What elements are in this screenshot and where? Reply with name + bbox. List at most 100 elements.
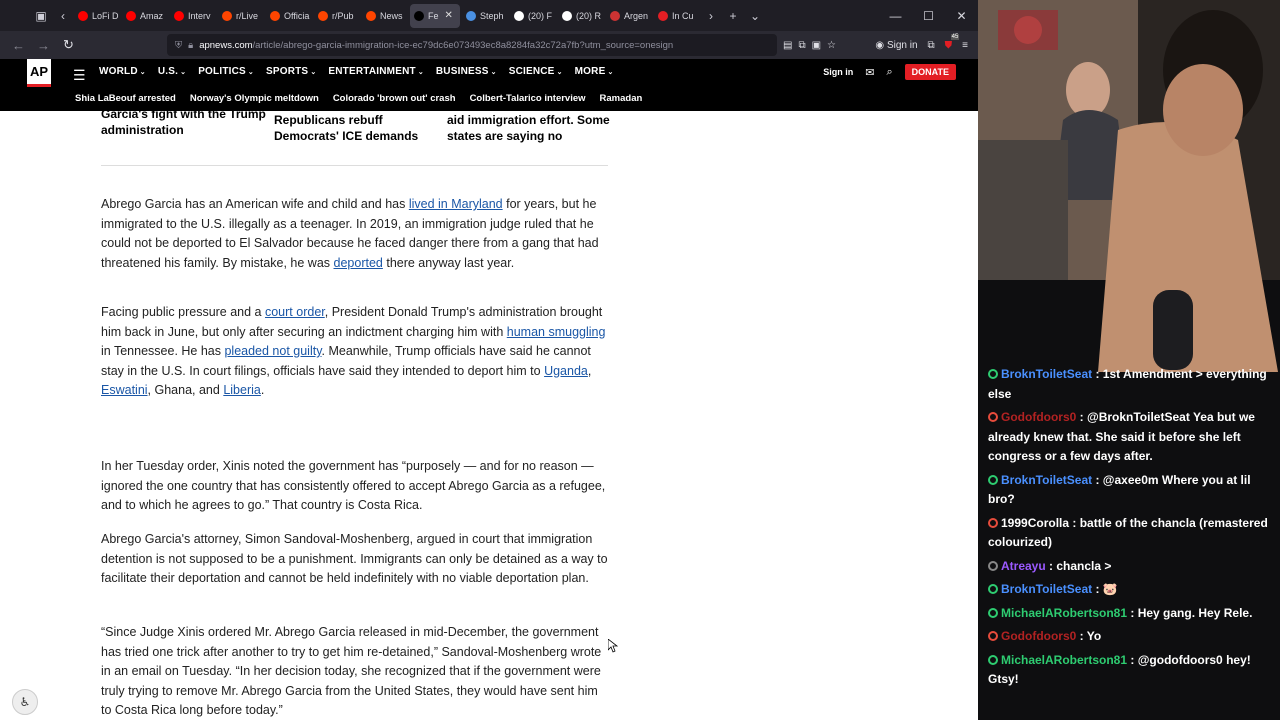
ap-header: AP ☰ WORLD ⌄ U.S. ⌄ POLITICS ⌄ SPORTS ⌄ ENTERTAI… — [0, 59, 978, 111]
browser-tab[interactable]: Argen — [606, 4, 652, 28]
screenshot-icon[interactable]: ⧉ — [798, 40, 805, 51]
chat-message: BroknToiletSeat : @axee0m Where you at l… — [988, 471, 1276, 510]
section-nav-item[interactable]: SPORTS ⌄ — [266, 66, 316, 77]
forward-icon[interactable]: → — [31, 38, 56, 53]
section-nav-item[interactable]: WORLD ⌄ — [99, 66, 146, 77]
browser-tab[interactable]: Interv — [170, 4, 216, 28]
chat-message: MichaelARobertson81 : @godofdoors0 hey! … — [988, 651, 1276, 690]
browser-tab[interactable]: (20) F — [510, 4, 556, 28]
chat-username[interactable]: BroknToiletSeat — [1001, 582, 1092, 596]
divider — [101, 165, 608, 166]
chat-username[interactable]: Godofdoors0 — [1001, 410, 1076, 424]
tab-favicon-icon — [466, 10, 476, 21]
section-label: SCIENCE — [508, 66, 555, 77]
chat-text: chancla > — [1056, 558, 1112, 573]
back-icon[interactable]: ← — [6, 38, 31, 53]
section-nav-item[interactable]: SCIENCE ⌄ — [509, 66, 563, 77]
ap-sign-in-link[interactable]: Sign in — [823, 67, 853, 77]
tab-close-icon[interactable]: ✕ — [445, 10, 453, 21]
browser-tab[interactable]: In Cu — [654, 4, 700, 28]
chat-username[interactable]: BroknToiletSeat — [1001, 473, 1092, 487]
trending-link[interactable]: Ramadan — [600, 93, 643, 104]
chat-username[interactable]: MichaelARobertson81 — [1001, 606, 1127, 620]
related-story-3[interactable]: aid immigration effort. Some states are … — [447, 112, 610, 144]
tab-overview-icon[interactable]: ▣ — [30, 9, 52, 23]
ap-logo[interactable]: AP — [27, 59, 51, 87]
extensions-icon[interactable]: ⧉ — [928, 40, 935, 51]
browser-tab[interactable]: Steph — [462, 4, 508, 28]
link-court-order[interactable]: court order — [265, 305, 325, 319]
paragraph-2: Facing public pressure and a court order… — [101, 303, 611, 401]
tab-favicon-icon — [610, 10, 620, 21]
webcam-overlay — [978, 0, 1280, 372]
reader-view-icon[interactable]: ▤ — [783, 40, 792, 51]
chat-separator: : — [1127, 605, 1138, 620]
section-nav-item[interactable]: BUSINESS ⌄ — [436, 66, 497, 77]
tab-list-icon[interactable]: ⌄ — [744, 9, 766, 23]
search-icon[interactable]: ⌕ — [886, 66, 892, 79]
extension-adblock-icon[interactable]: ⛊ 45 — [945, 33, 960, 51]
paragraph-3: In her Tuesday order, Xinis noted the go… — [101, 459, 606, 512]
section-nav-item[interactable]: POLITICS ⌄ — [198, 66, 254, 77]
link-uganda[interactable]: Uganda — [544, 364, 588, 378]
tab-strip: LoFi D Amaz Interv r/Live Officia r/Pub News Fe… — [74, 3, 700, 28]
url-bar[interactable]: ⛨ 🔒︎ apnews.com/article/abrego-garcia-im… — [167, 34, 777, 56]
browser-tab[interactable]: Fe ✕ — [410, 3, 460, 28]
link-eswatini[interactable]: Eswatini — [101, 383, 148, 397]
user-badge-icon — [988, 517, 998, 528]
user-badge-icon — [988, 412, 998, 422]
trending-link[interactable]: Colorado 'brown out' crash — [333, 93, 456, 104]
section-nav-item[interactable]: U.S. ⌄ — [158, 66, 186, 77]
chat-username[interactable]: BroknToiletSeat — [1001, 367, 1092, 381]
chat-username[interactable]: MichaelARobertson81 — [1001, 653, 1127, 667]
browser-tab[interactable]: LoFi D — [74, 4, 120, 28]
account-button[interactable]: ◉ Sign in — [875, 40, 917, 51]
related-line: administration — [101, 123, 184, 137]
chat-username[interactable]: Atreayu — [1001, 559, 1046, 573]
close-window-icon[interactable]: ✕ — [945, 9, 978, 23]
trending-link[interactable]: Colbert-Talarico interview — [470, 93, 586, 104]
user-badge-icon — [988, 584, 998, 594]
picture-icon[interactable]: ▣ — [812, 40, 821, 51]
menu-icon[interactable]: ≡ — [962, 40, 968, 51]
browser-tab[interactable]: r/Pub — [314, 4, 360, 28]
browser-tab[interactable]: Amaz — [122, 4, 168, 28]
browser-tab[interactable]: (20) R — [558, 4, 604, 28]
link-deported[interactable]: deported — [334, 256, 383, 270]
section-label: WORLD — [99, 66, 138, 77]
browser-tab[interactable]: r/Live — [218, 4, 264, 28]
section-nav-item[interactable]: ENTERTAINMENT ⌄ — [328, 66, 424, 77]
newsletter-icon[interactable]: ✉ — [865, 66, 874, 79]
tab-label: Amaz — [140, 10, 164, 21]
donate-button[interactable]: DONATE — [904, 64, 956, 80]
scroll-tabs-right-icon[interactable]: › — [700, 9, 722, 23]
accessibility-icon[interactable]: ♿︎ — [12, 689, 38, 715]
chat-username[interactable]: Godofdoors0 — [1001, 629, 1076, 643]
browser-tab[interactable]: News — [362, 4, 408, 28]
text-run: Abrego Garcia has an American wife and c… — [101, 197, 409, 211]
related-story-1[interactable]: Garcia's fight with the Trump administra… — [101, 111, 266, 138]
chat-username[interactable]: 1999Corolla — [1001, 516, 1069, 530]
link-pleaded-not-guilty[interactable]: pleaded not guilty — [224, 344, 321, 358]
maximize-icon[interactable]: ☐ — [912, 9, 945, 23]
section-nav-item[interactable]: MORE ⌄ — [575, 66, 614, 77]
related-story-2[interactable]: Republicans rebuff Democrats' ICE demand… — [274, 112, 418, 144]
chat-separator: : — [1127, 652, 1138, 667]
link-human-smuggling[interactable]: human smuggling — [507, 325, 606, 339]
user-badge-icon — [988, 607, 998, 618]
chevron-down-icon: ⌄ — [139, 69, 146, 76]
bookmark-star-icon[interactable]: ☆ — [827, 40, 836, 51]
scroll-tabs-left-icon[interactable]: ‹ — [52, 9, 74, 23]
article-body: Garcia's fight with the Trump administra… — [0, 111, 978, 720]
trending-link[interactable]: Shia LaBeouf arrested — [75, 93, 176, 104]
link-liberia[interactable]: Liberia — [223, 383, 261, 397]
link-lived-in-maryland[interactable]: lived in Maryland — [409, 197, 503, 211]
new-tab-icon[interactable]: + — [722, 9, 744, 23]
tab-label: Fe — [428, 10, 439, 21]
reload-icon[interactable]: ↻ — [56, 37, 81, 53]
hamburger-menu-icon[interactable]: ☰ — [73, 67, 86, 84]
chat-text: Yo — [1086, 629, 1102, 643]
minimize-icon[interactable]: — — [879, 9, 912, 23]
trending-link[interactable]: Norway's Olympic meltdown — [190, 93, 319, 104]
browser-tab[interactable]: Officia — [266, 4, 312, 28]
